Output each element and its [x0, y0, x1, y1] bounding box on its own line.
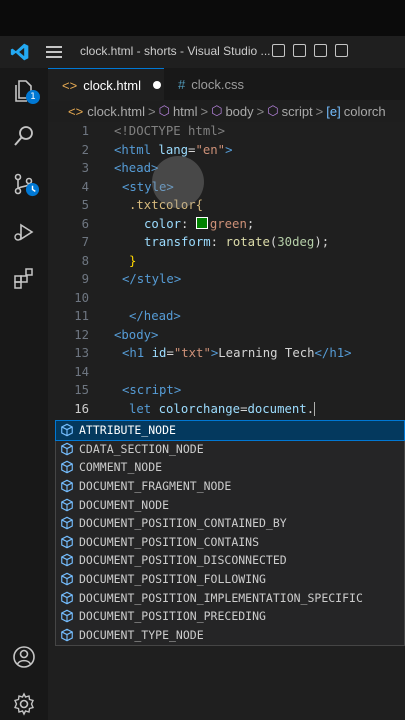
- code-line: 12 <body>: [74, 327, 159, 342]
- suggestion-item[interactable]: CDATA_SECTION_NODE: [56, 440, 404, 459]
- property-icon: [61, 442, 73, 456]
- search-icon[interactable]: [12, 124, 36, 148]
- customize-layout-icon[interactable]: [335, 44, 348, 57]
- menu-icon[interactable]: [46, 46, 62, 58]
- extensions-icon[interactable]: [12, 266, 36, 290]
- code-line: 7 transform: rotate(30deg);: [81, 235, 330, 249]
- window-title: clock.html - shorts - Visual Studio ...: [80, 44, 271, 58]
- chevron-right-icon: >: [147, 103, 156, 119]
- suggestion-item[interactable]: DOCUMENT_POSITION_DISCONNECTED: [56, 551, 404, 570]
- element-icon: ⬡: [267, 103, 279, 118]
- code-line: 9 </style>: [81, 272, 182, 286]
- variable-icon: [e]: [326, 103, 341, 119]
- code-line: 1 <!DOCTYPE html>: [81, 124, 226, 138]
- suggestion-label: DOCUMENT_NODE: [79, 497, 170, 512]
- property-icon: [61, 628, 73, 642]
- suggestion-label: CDATA_SECTION_NODE: [79, 441, 204, 456]
- element-icon: ⬡: [211, 103, 223, 118]
- suggestion-item[interactable]: DOCUMENT_POSITION_IMPLEMENTATION_SPECIFI…: [56, 588, 404, 607]
- suggestion-label: DOCUMENT_POSITION_FOLLOWING: [79, 572, 266, 587]
- suggestion-item[interactable]: DOCUMENT_POSITION_FOLLOWING: [56, 570, 404, 589]
- suggestion-item[interactable]: DOCUMENT_POSITION_CONTAINS: [56, 533, 404, 552]
- suggestion-label: ATTRIBUTE_NODE: [79, 423, 176, 438]
- touch-pointer: [152, 156, 204, 208]
- unsaved-dot-icon[interactable]: [152, 81, 161, 89]
- toggle-panel-icon[interactable]: [293, 44, 306, 57]
- toggle-secondary-sidebar-icon[interactable]: [314, 44, 327, 57]
- explorer-badge: 1: [26, 90, 40, 104]
- code-line: 13 <h1 id="txt">Learning Tech</h1>: [74, 346, 352, 360]
- property-icon: [61, 498, 73, 511]
- breadcrumb-item-html[interactable]: html: [173, 104, 198, 119]
- suggestion-item[interactable]: DOCUMENT_NODE: [56, 495, 404, 514]
- run-debug-icon[interactable]: [12, 220, 36, 244]
- code-line: 11 </head>: [74, 309, 181, 323]
- css-file-icon: #: [178, 76, 186, 92]
- property-icon: [61, 535, 73, 549]
- suggestion-label: DOCUMENT_POSITION_CONTAINED_BY: [79, 516, 287, 531]
- code-line: 6 color: green;: [81, 216, 255, 231]
- suggestion-label: DOCUMENT_FRAGMENT_NODE: [79, 479, 232, 494]
- color-swatch-icon[interactable]: [195, 216, 208, 229]
- element-icon: ⬡: [158, 103, 170, 118]
- suggestion-label: COMMENT_NODE: [79, 460, 163, 475]
- property-icon: [61, 516, 73, 530]
- clock-badge-icon: [25, 182, 40, 197]
- top-letterbox: [0, 0, 405, 36]
- property-icon: [61, 554, 73, 567]
- suggestion-label: DOCUMENT_POSITION_IMPLEMENTATION_SPECIFI…: [79, 590, 363, 605]
- code-line: 10: [74, 290, 89, 305]
- property-icon: [61, 591, 73, 604]
- property-icon: [61, 423, 73, 437]
- chevron-right-icon: >: [256, 103, 265, 119]
- property-icon: [61, 609, 73, 623]
- settings-gear-icon[interactable]: [12, 692, 36, 716]
- tab-label: clock.html: [83, 77, 141, 93]
- code-line: 14: [74, 364, 89, 379]
- tab-clock-html[interactable]: <> clock.html: [48, 68, 164, 101]
- autocomplete-widget: ATTRIBUTE_NODE CDATA_SECTION_NODE COMMENT_…: [55, 420, 405, 646]
- layout-controls: [272, 44, 348, 57]
- code-line: 3 <head>: [81, 161, 159, 175]
- suggestion-item[interactable]: DOCUMENT_POSITION_CONTAINED_BY: [56, 514, 404, 533]
- chevron-right-icon: >: [200, 103, 209, 119]
- tab-label: clock.css: [191, 76, 244, 92]
- activity-bar: 1: [0, 68, 48, 720]
- code-line: 16 let colorchange=document.: [74, 401, 316, 416]
- suggestion-label: DOCUMENT_POSITION_CONTAINS: [79, 534, 260, 549]
- breadcrumb-item-body[interactable]: body: [225, 104, 253, 119]
- suggestion-item[interactable]: DOCUMENT_FRAGMENT_NODE: [56, 477, 404, 496]
- toggle-primary-sidebar-icon[interactable]: [272, 44, 285, 57]
- suggestion-item[interactable]: COMMENT_NODE: [56, 458, 404, 477]
- breadcrumb-item-variable[interactable]: colorch: [344, 104, 386, 119]
- property-icon: [61, 461, 73, 474]
- suggestion-item[interactable]: ATTRIBUTE_NODE: [55, 420, 405, 441]
- suggestion-item[interactable]: DOCUMENT_TYPE_NODE: [56, 626, 404, 645]
- code-line: 5 .txtcolor{: [81, 198, 204, 212]
- vscode-window: clock.html - shorts - Visual Studio ... …: [0, 0, 405, 720]
- breadcrumb: <> clock.html > ⬡ html > ⬡ body > ⬡ scri…: [48, 100, 405, 122]
- html-file-icon: <>: [68, 103, 84, 119]
- suggestion-label: DOCUMENT_POSITION_DISCONNECTED: [79, 553, 287, 568]
- code-line: 15 <script>: [74, 383, 182, 397]
- text-cursor: [314, 401, 316, 416]
- suggestion-label: DOCUMENT_TYPE_NODE: [79, 627, 204, 642]
- vscode-logo-icon: [10, 43, 29, 61]
- suggestion-label: DOCUMENT_POSITION_PRECEDING: [79, 609, 266, 624]
- breadcrumb-item-file[interactable]: clock.html: [87, 104, 145, 119]
- code-line: 4 <style>: [81, 179, 174, 194]
- suggestion-item[interactable]: DOCUMENT_POSITION_PRECEDING: [56, 607, 404, 626]
- account-icon[interactable]: [12, 645, 36, 669]
- chevron-right-icon: >: [315, 103, 324, 119]
- editor-tab-bar: <> clock.html # clock.css: [48, 68, 405, 101]
- html-file-icon: <>: [62, 77, 78, 93]
- property-icon: [61, 572, 73, 586]
- code-line: 8}: [81, 253, 137, 268]
- tab-clock-css[interactable]: # clock.css: [164, 68, 314, 100]
- code-line: 2 <html lang="en">: [81, 142, 233, 157]
- property-icon: [61, 479, 73, 493]
- breadcrumb-item-script[interactable]: script: [282, 104, 313, 119]
